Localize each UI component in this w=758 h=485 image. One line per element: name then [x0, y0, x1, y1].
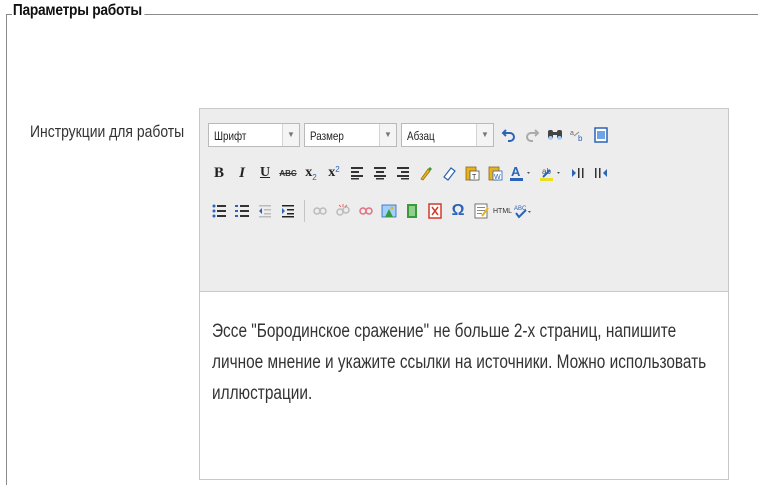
- toolbar-row-3: Ω HTML ABC: [208, 197, 534, 225]
- chevron-down-icon: ▼: [379, 124, 396, 146]
- subscript-button[interactable]: x2: [300, 162, 322, 184]
- anchor-icon[interactable]: [355, 200, 377, 222]
- align-center-icon[interactable]: [369, 162, 391, 184]
- size-select[interactable]: Размер ▼: [304, 123, 397, 147]
- edit-source-icon[interactable]: [470, 200, 492, 222]
- chevron-down-icon: ▼: [476, 124, 493, 146]
- special-char-button[interactable]: Ω: [447, 200, 469, 222]
- toolbar-separator: [304, 200, 305, 222]
- flash-icon[interactable]: [401, 200, 423, 222]
- format-select-value: Абзац: [407, 129, 435, 143]
- strikethrough-button[interactable]: ABC: [277, 162, 299, 184]
- bold-button[interactable]: B: [208, 162, 230, 184]
- align-left-icon[interactable]: [346, 162, 368, 184]
- highlight-color-icon[interactable]: ab: [537, 162, 566, 184]
- font-select-value: Шрифт: [214, 129, 247, 143]
- paste-text-icon[interactable]: T: [461, 162, 483, 184]
- instructions-label: Инструкции для работы: [30, 122, 185, 141]
- superscript-button[interactable]: x2: [323, 162, 345, 184]
- format-select[interactable]: Абзац ▼: [401, 123, 494, 147]
- svg-text:a: a: [570, 130, 574, 137]
- bullet-list-icon[interactable]: [208, 200, 230, 222]
- toolbar-row-2: B I U ABC x2 x2 T W A ab: [208, 159, 613, 187]
- text-color-icon[interactable]: A: [507, 162, 536, 184]
- editor-content-text: Эссе "Бородинское сражение" не больше 2-…: [212, 321, 707, 404]
- media-icon[interactable]: [424, 200, 446, 222]
- superscript-label: x: [328, 165, 336, 180]
- eraser-icon[interactable]: [438, 162, 460, 184]
- subscript-label: x: [305, 165, 313, 180]
- replace-icon[interactable]: ab: [567, 124, 589, 146]
- select-all-icon[interactable]: [590, 124, 612, 146]
- unlink-icon[interactable]: [332, 200, 354, 222]
- image-icon[interactable]: [378, 200, 400, 222]
- align-right-icon[interactable]: [392, 162, 414, 184]
- toolbar-row-1: Шрифт ▼ Размер ▼ Абзац ▼ ab: [208, 121, 613, 149]
- ltr-direction-icon[interactable]: [567, 162, 589, 184]
- svg-text:T: T: [472, 174, 477, 181]
- font-select[interactable]: Шрифт ▼: [208, 123, 300, 147]
- editor-toolbar: Шрифт ▼ Размер ▼ Абзац ▼ ab B I U ABC x …: [200, 109, 728, 292]
- editor-content-area[interactable]: Эссе "Бородинское сражение" не больше 2-…: [200, 292, 728, 479]
- underline-button[interactable]: U: [254, 162, 276, 184]
- italic-button[interactable]: I: [231, 162, 253, 184]
- svg-text:W: W: [494, 174, 501, 181]
- undo-icon[interactable]: [498, 124, 520, 146]
- fieldset-legend: Параметры работы: [12, 2, 145, 20]
- html-label: HTML: [493, 207, 513, 215]
- cleanup-icon[interactable]: [415, 162, 437, 184]
- superscript-mark: 2: [335, 164, 340, 174]
- html-spellcheck-icon[interactable]: HTML ABC: [493, 200, 533, 222]
- outdent-icon[interactable]: [254, 200, 276, 222]
- rtl-direction-icon[interactable]: [590, 162, 612, 184]
- numbered-list-icon[interactable]: [231, 200, 253, 222]
- svg-text:A: A: [511, 165, 521, 179]
- svg-text:b: b: [578, 134, 583, 143]
- redo-icon[interactable]: [521, 124, 543, 146]
- indent-icon[interactable]: [277, 200, 299, 222]
- rich-text-editor: Шрифт ▼ Размер ▼ Абзац ▼ ab B I U ABC x …: [199, 108, 729, 480]
- chevron-down-icon: ▼: [282, 124, 299, 146]
- find-icon[interactable]: [544, 124, 566, 146]
- paste-word-icon[interactable]: W: [484, 162, 506, 184]
- link-icon[interactable]: [309, 200, 331, 222]
- subscript-mark: 2: [312, 172, 317, 182]
- size-select-value: Размер: [310, 129, 344, 143]
